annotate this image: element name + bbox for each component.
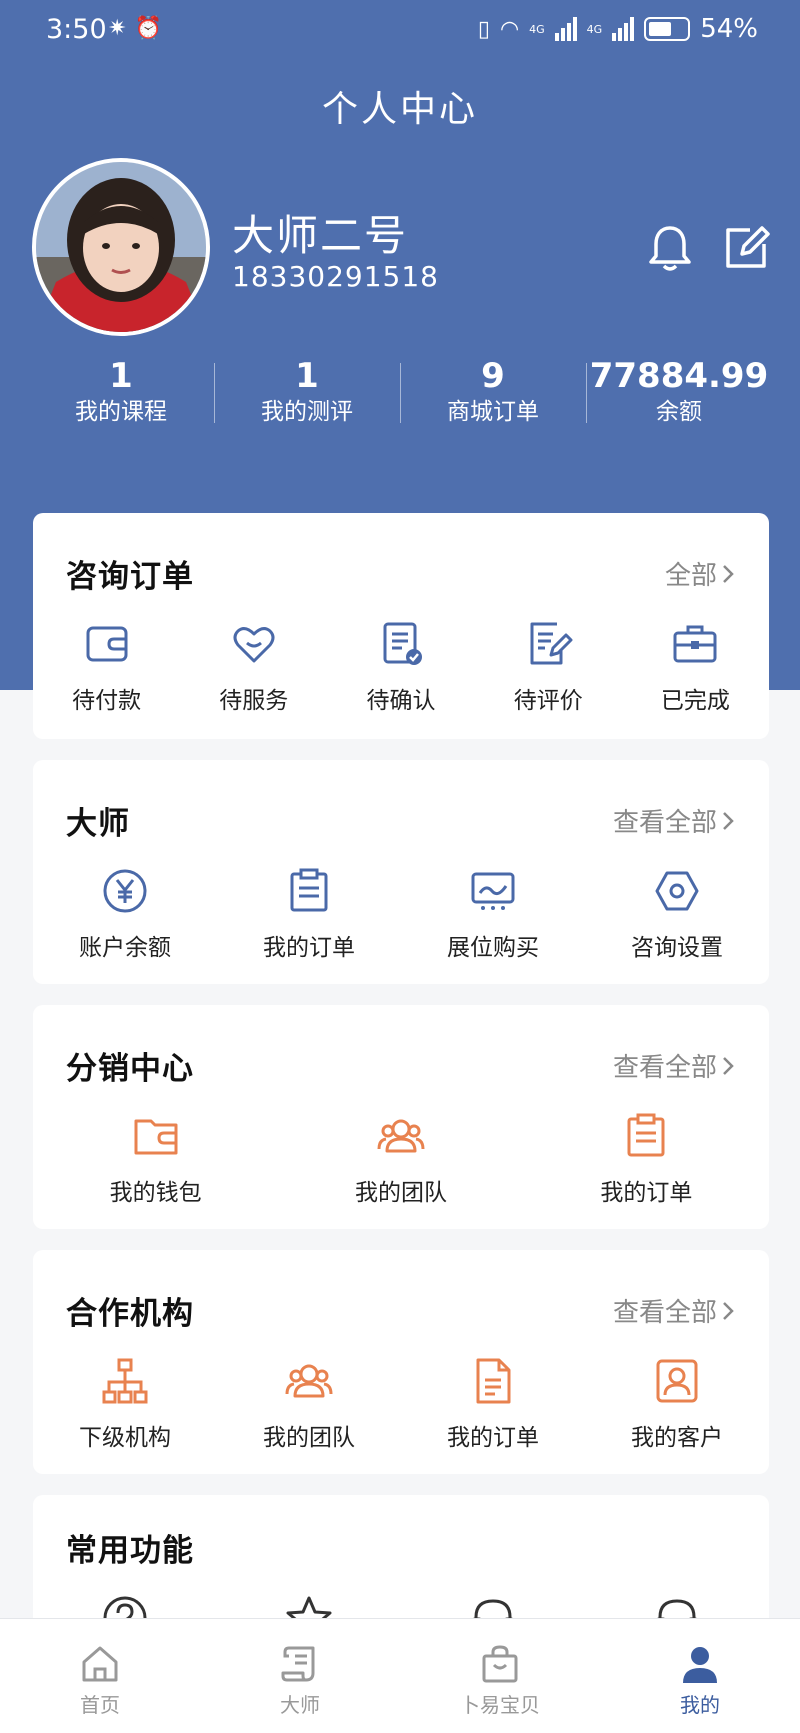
edit-icon[interactable]: [720, 222, 772, 274]
stat-label: 余额: [656, 399, 702, 425]
battery-icon: [644, 17, 691, 41]
distribution-orders[interactable]: 我的订单: [524, 1111, 769, 1207]
home-icon: [82, 1646, 118, 1682]
battery-percent: 54%: [700, 14, 758, 44]
view-all-link[interactable]: 查看全部: [613, 1047, 735, 1084]
tab-mall[interactable]: 卜易宝贝: [400, 1619, 600, 1733]
tab-label: 首页: [80, 1693, 120, 1717]
org-chart-icon: [102, 1358, 148, 1404]
briefcase-icon: [673, 625, 717, 663]
distribution-wallet[interactable]: 我的钱包: [33, 1111, 278, 1207]
order-pending-review[interactable]: 待评价: [475, 619, 622, 715]
hexagon-settings-icon: [655, 871, 699, 911]
distribution-card: 分销中心 查看全部 我的钱包 我的团队 我的订单: [33, 1005, 769, 1229]
card-title: 咨询订单: [66, 559, 194, 595]
order-pending-service[interactable]: 待服务: [180, 619, 327, 715]
view-all-link[interactable]: 查看全部: [613, 802, 735, 839]
wifi-icon: ◠: [499, 16, 520, 42]
master-my-orders[interactable]: 我的订单: [217, 866, 401, 962]
scroll-icon: [281, 1646, 315, 1682]
avatar[interactable]: [32, 158, 210, 336]
stat-label: 商城订单: [447, 399, 539, 425]
signal-icon-a: [554, 17, 577, 41]
card-title: 大师: [66, 806, 130, 842]
contact-card-icon: [656, 1359, 698, 1403]
tab-label: 我的: [680, 1693, 720, 1717]
heart-smile-icon: [233, 627, 275, 663]
tab-master[interactable]: 大师: [200, 1619, 400, 1733]
stat-courses[interactable]: 1 我的课程: [28, 355, 214, 435]
card-title: 常用功能: [66, 1533, 194, 1569]
partner-card: 合作机构 查看全部 下级机构 我的团队 我的订单 我的客户: [33, 1250, 769, 1474]
partner-orders[interactable]: 我的订单: [401, 1356, 585, 1452]
master-account-balance[interactable]: 账户余额: [33, 866, 217, 962]
doc-edit-icon: [530, 622, 573, 665]
status-time: 3:50: [46, 14, 107, 45]
view-all-link[interactable]: 全部: [665, 555, 735, 592]
team-icon: [377, 1119, 425, 1153]
card-title: 合作机构: [66, 1296, 194, 1332]
doc-check-icon: [383, 622, 422, 665]
partner-clients[interactable]: 我的客户: [585, 1356, 769, 1452]
yen-icon: [103, 869, 147, 913]
stat-mall-orders[interactable]: 9 商城订单: [400, 355, 586, 435]
bottom-tab-bar: 首页 大师 卜易宝贝 我的: [0, 1618, 800, 1733]
tab-home[interactable]: 首页: [0, 1619, 200, 1733]
order-completed[interactable]: 已完成: [622, 619, 769, 715]
order-pending-confirm[interactable]: 待确认: [327, 619, 474, 715]
document-icon: [476, 1358, 511, 1404]
stat-balance[interactable]: 77884.99 余额: [586, 355, 772, 435]
master-booth-purchase[interactable]: 展位购买: [401, 866, 585, 962]
bell-icon[interactable]: [644, 222, 696, 274]
stat-value: 77884.99: [589, 356, 769, 396]
stat-value: 1: [295, 356, 319, 396]
wallet-icon: [86, 626, 128, 662]
team-icon: [285, 1364, 333, 1398]
shopping-bag-icon: [482, 1645, 518, 1683]
network-label-b: 4G: [586, 22, 603, 36]
partner-team[interactable]: 我的团队: [217, 1356, 401, 1452]
tab-label: 卜易宝贝: [460, 1693, 540, 1717]
user-icon: [683, 1647, 717, 1683]
master-consult-settings[interactable]: 咨询设置: [585, 866, 769, 962]
wallet-icon: [134, 1119, 178, 1155]
distribution-team[interactable]: 我的团队: [278, 1111, 523, 1207]
tab-mine[interactable]: 我的: [600, 1619, 800, 1733]
consult-orders-card: 咨询订单 全部 待付款 待服务 待确认 待评价 已完成: [33, 513, 769, 739]
avatar-image: [36, 162, 206, 332]
profile-name: 大师二号: [232, 211, 409, 260]
stat-value: 1: [109, 356, 133, 396]
chevron-right-icon: [723, 564, 734, 583]
stat-label: 我的测评: [261, 399, 353, 425]
signal-icon-b: [612, 17, 635, 41]
monitor-icon: [471, 872, 515, 910]
settings-icon: ✷: [108, 16, 127, 41]
order-pending-payment[interactable]: 待付款: [33, 619, 180, 715]
stat-label: 我的课程: [75, 399, 167, 425]
vibrate-icon: ▯: [477, 16, 490, 42]
clipboard-icon: [290, 868, 328, 912]
chevron-right-icon: [723, 1056, 734, 1075]
alarm-icon: ⏰: [134, 16, 162, 41]
partner-sub-orgs[interactable]: 下级机构: [33, 1356, 217, 1452]
status-bar: 3:50 ✷ ⏰ ▯ ◠ 4G 4G 54%: [0, 0, 800, 64]
view-all-link[interactable]: 查看全部: [613, 1292, 735, 1329]
stat-assessments[interactable]: 1 我的测评: [214, 355, 400, 435]
master-card: 大师 查看全部 账户余额 我的订单 展位购买 咨询设置: [33, 760, 769, 984]
stat-value: 9: [481, 356, 505, 396]
network-label-a: 4G: [529, 22, 545, 36]
chevron-right-icon: [723, 811, 734, 830]
tab-label: 大师: [280, 1693, 320, 1717]
profile-phone: 18330291518: [232, 260, 439, 293]
page-title: 个人中心: [321, 89, 478, 130]
stats-row: 1 我的课程 1 我的测评 9 商城订单 77884.99 余额: [28, 355, 772, 435]
chevron-right-icon: [723, 1301, 734, 1320]
clipboard-icon: [627, 1113, 665, 1157]
card-title: 分销中心: [66, 1051, 194, 1087]
